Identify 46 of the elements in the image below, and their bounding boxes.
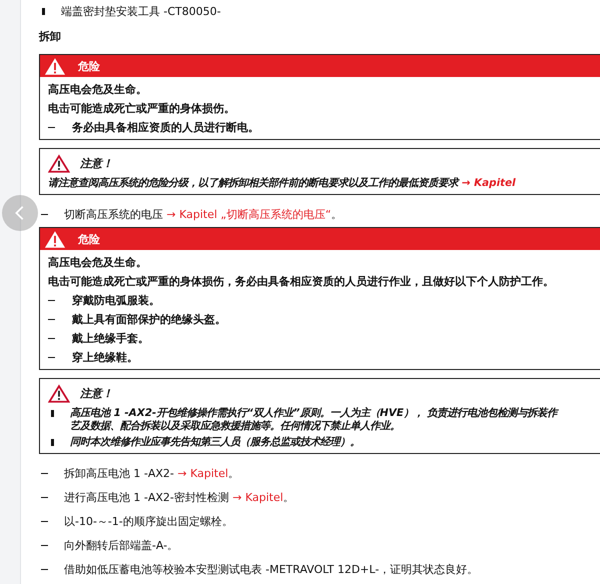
step-text: 借助如低压蓄电池等校验本安型测试电表 -METRAVOLT 12D+L-，证明其状态良好。 bbox=[64, 562, 478, 577]
caution-text: 同时本次维修作业应事先告知第三人员（服务总监或技术经理）。 bbox=[70, 436, 360, 449]
bullet-icon bbox=[42, 8, 45, 14]
tool-text: 端盖密封垫安装工具 -CT80050- bbox=[61, 4, 221, 18]
chapter-link[interactable]: → Kapitel bbox=[178, 467, 228, 480]
dash-icon bbox=[48, 338, 55, 339]
section-heading: 拆卸 bbox=[39, 29, 62, 44]
dash-icon bbox=[41, 569, 48, 570]
notice-text: 戴上绝缘手套。 bbox=[72, 331, 149, 346]
caution-title: 注意！ bbox=[80, 156, 113, 170]
notice-text: 高压电会危及生命。 bbox=[48, 255, 147, 270]
dash-icon bbox=[41, 473, 48, 474]
dash-icon bbox=[48, 357, 55, 358]
warning-icon bbox=[48, 384, 70, 402]
bullet-icon bbox=[51, 439, 54, 446]
dash-icon bbox=[41, 545, 48, 546]
dash-icon bbox=[41, 497, 48, 498]
step-text: 向外翻转后部端盖-A-。 bbox=[64, 538, 178, 553]
notice-text: 电击可能造成死亡或严重的身体损伤，务必由具备相应资质的人员进行作业，且做好以下个人防护工作。 bbox=[48, 274, 554, 289]
caution-text: 请注意查阅高压系统的危险分级，以了解拆卸相关部件前的断电要求以及工作的最低资质要求 → Kapitel bbox=[48, 177, 516, 190]
dash-icon bbox=[48, 127, 55, 128]
caution-text: 高压电池 1 -AX2-开包维修操作需执行“双人作业”原则。一人为主（HVE）， 负责进行电池包检测与拆装作 bbox=[70, 407, 558, 420]
notice-text: 穿上绝缘鞋。 bbox=[72, 350, 138, 365]
step-text: 进行高压电池 1 -AX2-密封性检测 → Kapitel。 bbox=[64, 490, 294, 505]
dash-icon bbox=[41, 214, 48, 215]
step-text: 切断高压系统的电压 → Kapitel „切断高压系统的电压“。 bbox=[64, 207, 342, 222]
chapter-link[interactable]: → Kapitel bbox=[232, 491, 284, 504]
danger-title: 危险 bbox=[78, 58, 100, 74]
dash-icon bbox=[48, 300, 55, 301]
caution-title: 注意！ bbox=[80, 386, 113, 400]
previous-button[interactable] bbox=[2, 195, 38, 231]
notice-text: 穿戴防电弧服装。 bbox=[72, 293, 160, 308]
notice-text: 戴上具有面部保护的绝缘头盔。 bbox=[72, 312, 226, 327]
step-text: 以-10-～-1-的顺序旋出固定螺栓。 bbox=[64, 514, 233, 529]
notice-text: 务必由具备相应资质的人员进行断电。 bbox=[72, 120, 259, 135]
chapter-link[interactable]: → Kapitel bbox=[462, 177, 516, 189]
caution-text: 艺及数据、配合拆装以及采取应急救援措施等。任何情况下禁止单人作业。 bbox=[70, 420, 401, 433]
step-text: 拆卸高压电池 1 -AX2- → Kapitel。 bbox=[64, 466, 240, 481]
chapter-link[interactable]: → Kapitel „切断高压系统的电压“ bbox=[166, 208, 332, 221]
notice-text: 电击可能造成死亡或严重的身体损伤。 bbox=[48, 101, 235, 116]
dash-icon bbox=[48, 319, 55, 320]
dash-icon bbox=[41, 521, 48, 522]
bullet-icon bbox=[51, 410, 54, 417]
danger-title: 危险 bbox=[78, 232, 100, 246]
notice-text: 高压电会危及生命。 bbox=[48, 82, 147, 97]
warning-icon bbox=[48, 154, 70, 172]
